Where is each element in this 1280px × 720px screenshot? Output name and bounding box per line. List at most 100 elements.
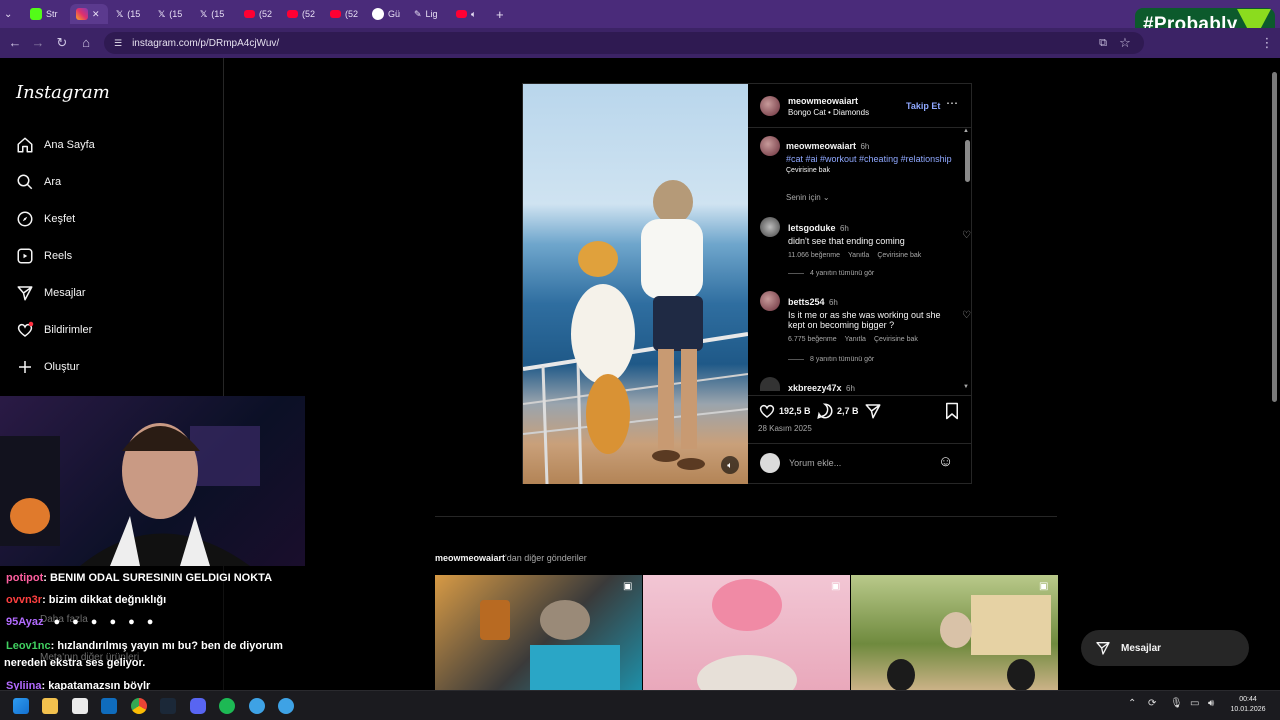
sidebar-item-messages[interactable]: Mesajlar (16, 284, 86, 302)
more-posts-username[interactable]: meowmeowaiart (435, 553, 505, 563)
commenter-avatar[interactable] (760, 217, 780, 237)
reply-link[interactable]: Yanıtla (848, 252, 869, 259)
discord-icon[interactable] (190, 698, 206, 714)
comment-username[interactable]: xkbreezy47x (788, 383, 842, 393)
instagram-logo[interactable]: Instagram (16, 82, 110, 103)
comment-username[interactable]: betts254 (788, 297, 825, 307)
install-app-icon[interactable]: ⧉ (1094, 34, 1112, 52)
sort-comments-dropdown[interactable]: Senin için ⌄ (786, 193, 830, 202)
tab-x-3[interactable]: 𝕏 (15 (200, 4, 224, 24)
post-modal: 🔈︎ meowmeowaiart Bongo Cat • Diamonds Ta… (522, 83, 972, 484)
commenter-avatar[interactable] (760, 291, 780, 311)
page-scrollbar[interactable] (1270, 60, 1278, 690)
video-frame-illustration (523, 180, 748, 484)
comment-like-count[interactable]: 6.775 beğenme (788, 336, 837, 343)
follow-button[interactable]: Takip Et (906, 101, 940, 111)
tab-kick[interactable]: Str (30, 4, 58, 24)
back-icon[interactable]: ← (6, 34, 24, 52)
grid-post[interactable]: ▣ (851, 575, 1058, 690)
app-icon[interactable] (278, 698, 294, 714)
site-info-icon[interactable]: ☰ (114, 38, 122, 49)
outlook-icon[interactable] (101, 698, 117, 714)
sidebar-item-create[interactable]: Oluştur (16, 358, 79, 376)
mute-icon[interactable]: 🔈︎ (721, 456, 739, 474)
bookmark-star-icon[interactable]: ☆ (1116, 34, 1134, 52)
grid-post[interactable]: ▣ (643, 575, 850, 690)
post-date[interactable]: 28 Kasım 2025 (758, 424, 812, 433)
new-tab-button[interactable]: + (496, 4, 504, 24)
comment-like-count[interactable]: 11.066 beğenme (788, 252, 840, 259)
close-icon[interactable]: ✕ (92, 9, 100, 20)
sidebar-item-explore[interactable]: Keşfet (16, 210, 75, 228)
emoji-icon[interactable]: ☺ (938, 453, 953, 470)
store-icon[interactable] (72, 698, 88, 714)
tab-label: Lig (425, 9, 438, 19)
sidebar-item-reels[interactable]: Reels (16, 247, 72, 265)
file-explorer-icon[interactable] (42, 698, 58, 714)
translate-link[interactable]: Çevirisine bak (874, 336, 918, 343)
comment: letsgoduke 6h didn't see that ending com… (788, 218, 943, 259)
clock[interactable]: 00:44 10.01.2026 (1226, 695, 1270, 715)
sync-icon[interactable]: ⟳ (1148, 698, 1156, 709)
like-count[interactable]: 192,5 B (779, 406, 811, 416)
comment-icon[interactable] (816, 402, 834, 420)
reply-link[interactable]: Yanıtla (845, 336, 866, 343)
chrome-icon[interactable] (131, 698, 147, 714)
view-replies-link[interactable]: 4 yanıtın tümünü gör (788, 270, 874, 277)
more-options-icon[interactable]: ⋯ (946, 96, 958, 110)
author-avatar[interactable] (760, 96, 780, 116)
save-icon[interactable] (944, 402, 960, 420)
tab-youtube-3[interactable]: (52 (330, 4, 358, 24)
translate-link[interactable]: Çevirisine bak (877, 252, 921, 259)
caption-avatar[interactable] (760, 136, 780, 156)
scroll-up-icon[interactable]: ▲ (963, 128, 969, 134)
tab-instagram[interactable]: ✕ (70, 4, 108, 24)
spotify-icon[interactable] (219, 698, 235, 714)
page-scroll-thumb[interactable] (1272, 72, 1277, 402)
network-icon[interactable]: ▭ (1190, 698, 1199, 709)
url-bar[interactable]: ☰ instagram.com/p/DRmpA4cjWuv/ (104, 32, 1144, 54)
scroll-down-icon[interactable]: ▼ (963, 384, 969, 390)
caption-hashtags[interactable]: #cat #ai #workout #cheating #relationshi… (786, 154, 961, 164)
clock-time: 00:44 (1239, 696, 1257, 703)
post-video[interactable]: 🔈︎ (523, 84, 748, 484)
volume-icon[interactable]: 🔊︎ (1208, 698, 1214, 709)
tab-audio[interactable]: 🔈︎ (456, 4, 476, 24)
view-replies-link[interactable]: 8 yanıtın tümünü gör (788, 356, 874, 363)
share-icon[interactable] (864, 402, 882, 420)
comments-scrollbar[interactable]: ▲ ▼ (962, 128, 972, 394)
scroll-thumb[interactable] (965, 140, 970, 182)
comment-username[interactable]: letsgoduke (788, 223, 836, 233)
microphone-icon[interactable]: 🎙︎ (1170, 698, 1183, 709)
forward-icon[interactable]: → (29, 34, 47, 52)
home-browser-icon[interactable]: ⌂ (77, 34, 95, 52)
steam-icon[interactable] (160, 698, 176, 714)
tab-x-2[interactable]: 𝕏 (15 (158, 4, 182, 24)
tab-x-1[interactable]: 𝕏 (15 (116, 4, 140, 24)
caption-username[interactable]: meowmeowaiart (786, 141, 856, 151)
reload-icon[interactable]: ↻ (53, 34, 71, 52)
add-comment-input[interactable]: Yorum ekle... (789, 458, 841, 468)
tab-search-button[interactable]: ⌄ (4, 4, 12, 24)
tray-chevron-icon[interactable]: ⌃ (1128, 698, 1136, 709)
tab-youtube-1[interactable]: (52 (244, 4, 272, 24)
sidebar-item-notifications[interactable]: Bildirimler (16, 321, 92, 339)
windows-start-icon[interactable] (13, 698, 29, 714)
see-translation-link[interactable]: Çevirisine bak (786, 167, 961, 174)
audio-track[interactable]: Bongo Cat • Diamonds (788, 108, 869, 117)
menu-icon[interactable]: ⋮ (1258, 34, 1276, 52)
sidebar-item-home[interactable]: Ana Sayfa (16, 136, 95, 154)
commenter-avatar[interactable] (760, 377, 780, 391)
tab-generic[interactable]: Gü (372, 4, 400, 24)
tab-league[interactable]: ✎ Lig (414, 4, 438, 24)
app-icon[interactable] (249, 698, 265, 714)
grid-post[interactable]: ▣ (435, 575, 642, 690)
author-username[interactable]: meowmeowaiart (788, 96, 858, 106)
user-avatar[interactable] (760, 453, 780, 473)
comment-count[interactable]: 2,7 B (837, 406, 859, 416)
messages-button[interactable]: Mesajlar (1081, 630, 1249, 666)
like-icon[interactable] (758, 402, 776, 420)
tab-youtube-2[interactable]: (52 (287, 4, 315, 24)
webcam-overlay (0, 396, 305, 566)
sidebar-item-search[interactable]: Ara (16, 173, 61, 191)
